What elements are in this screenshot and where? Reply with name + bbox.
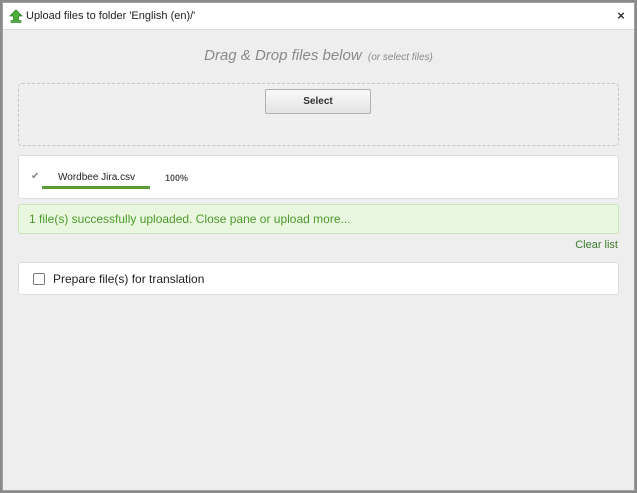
drag-drop-subtitle: (or select files) bbox=[367, 52, 433, 63]
prepare-for-translation-label[interactable]: Prepare file(s) for translation bbox=[53, 272, 204, 286]
drag-drop-heading: Drag & Drop files below (or select files… bbox=[3, 47, 634, 64]
uploaded-files-list: ✔ Wordbee Jira.csv 100% bbox=[18, 155, 619, 199]
dialog-title: Upload files to folder 'English (en)/' bbox=[26, 10, 196, 22]
check-icon: ✔ bbox=[31, 171, 40, 182]
dialog-titlebar: Upload files to folder 'English (en)/' × bbox=[3, 3, 634, 30]
close-button[interactable]: × bbox=[614, 8, 628, 24]
upload-success-message: 1 file(s) successfully uploaded. Close p… bbox=[18, 204, 619, 234]
drag-drop-title: Drag & Drop files below bbox=[204, 47, 362, 64]
clear-list-link[interactable]: Clear list bbox=[575, 239, 618, 251]
select-files-button[interactable]: Select bbox=[265, 89, 371, 114]
file-name: Wordbee Jira.csv bbox=[58, 172, 136, 183]
file-dropzone[interactable]: Select bbox=[18, 83, 619, 146]
upload-arrow-icon bbox=[9, 9, 23, 23]
prepare-options-panel: Prepare file(s) for translation bbox=[18, 262, 619, 295]
upload-progress-fill bbox=[42, 186, 150, 189]
upload-progress-percent: 100% bbox=[165, 173, 189, 183]
upload-dialog: Upload files to folder 'English (en)/' ×… bbox=[2, 2, 635, 491]
upload-progress-bar bbox=[42, 186, 150, 189]
prepare-for-translation-checkbox[interactable] bbox=[33, 273, 45, 285]
